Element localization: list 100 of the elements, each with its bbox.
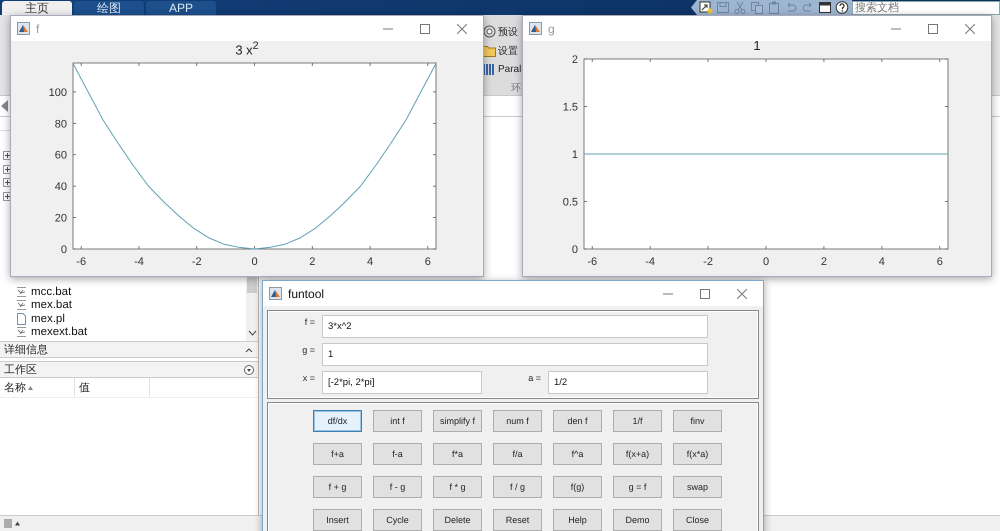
function-button[interactable]: Help [553, 509, 602, 531]
function-button[interactable]: f/a [493, 443, 542, 465]
function-button[interactable]: Demo [613, 509, 662, 531]
input-field[interactable]: 3*x^2 [322, 315, 708, 338]
function-button[interactable]: f(g) [553, 476, 602, 498]
close-icon[interactable] [457, 24, 467, 34]
file-item[interactable]: mexext.bat [31, 326, 88, 338]
input-field[interactable]: 1 [322, 343, 708, 366]
tick-label: 2 [309, 256, 316, 268]
panel-title: 工作区 [4, 363, 37, 377]
chart-title: 1 [753, 39, 761, 53]
dropdown-icon[interactable] [244, 364, 254, 374]
function-button[interactable]: Insert [313, 509, 362, 531]
expand-icon[interactable] [3, 151, 12, 160]
app-icon [529, 22, 542, 35]
function-button[interactable]: g = f [613, 476, 662, 498]
tick-label: 6 [936, 256, 943, 268]
caret-up-icon[interactable] [15, 519, 20, 528]
tick-label: 1 [572, 149, 578, 161]
ribbon-tab[interactable]: APP [146, 1, 216, 15]
input-field[interactable]: [-2*pi, 2*pi] [322, 371, 482, 394]
function-button[interactable]: f-a [373, 443, 422, 465]
function-button[interactable]: df/dx [313, 410, 362, 432]
ribbon-tab[interactable]: 绘图 [74, 1, 144, 15]
function-button[interactable]: 1/f [613, 410, 662, 432]
file-item[interactable]: mcc.bat [31, 286, 72, 298]
file-item[interactable]: mex.bat [31, 299, 72, 312]
function-button[interactable]: Cycle [373, 509, 422, 531]
scroll-thumb[interactable] [247, 277, 257, 293]
copy-icon[interactable] [750, 1, 764, 14]
function-button[interactable]: f^a [553, 443, 602, 465]
tick-label: -2 [192, 256, 202, 268]
ribbon-item[interactable]: 设置 [498, 44, 518, 58]
close-icon[interactable] [965, 24, 975, 34]
expand-icon[interactable] [3, 178, 12, 187]
tick-label: -6 [76, 256, 86, 268]
function-button[interactable]: f * g [433, 476, 482, 498]
script-file-icon [16, 326, 27, 338]
bars-icon[interactable] [4, 519, 13, 528]
function-button[interactable]: simplify f [433, 410, 482, 432]
tick-label: 2 [572, 54, 578, 66]
function-button[interactable]: f(x*a) [673, 443, 722, 465]
ribbon-item[interactable]: 预设 [498, 24, 518, 38]
expand-icon[interactable] [3, 192, 12, 200]
tick-label: -6 [587, 256, 598, 268]
function-button[interactable]: Close [673, 509, 722, 531]
function-button[interactable]: f*a [433, 443, 482, 465]
function-button[interactable]: den f [553, 410, 602, 432]
app-icon[interactable] [699, 1, 713, 14]
function-button[interactable]: int f [373, 410, 422, 432]
function-button[interactable]: swap [673, 476, 722, 498]
window-title: funtool [288, 286, 324, 300]
chart-title: 3 x$^{2}$ [235, 38, 259, 57]
field-label: x = [302, 372, 316, 385]
maximize-icon[interactable] [928, 24, 938, 34]
tick-label: 4 [366, 256, 374, 268]
window-icon[interactable] [818, 1, 832, 14]
help-icon[interactable] [835, 1, 849, 14]
app-icon [269, 287, 282, 300]
panel-title: 详细信息 [4, 343, 48, 357]
function-button[interactable]: f / g [493, 476, 542, 498]
function-button[interactable]: f(x+a) [613, 443, 662, 465]
input-field[interactable]: 1/2 [548, 371, 708, 394]
search-field[interactable]: 搜索文档 [852, 1, 1000, 15]
tick-label: 4 [878, 256, 885, 268]
tick-label: 0 [572, 244, 578, 256]
tick-label: 40 [54, 181, 67, 194]
ribbon-tab[interactable]: 主页 [2, 1, 72, 15]
chevron-down-icon[interactable] [248, 330, 256, 336]
script-file-icon [16, 299, 27, 312]
tick-label: 2 [820, 256, 827, 268]
tick-label: 6 [424, 256, 431, 268]
folder-icon [483, 44, 496, 57]
tick-label: 0 [251, 256, 258, 268]
column-header[interactable]: 值 [75, 378, 150, 397]
tick-label: 60 [54, 150, 67, 162]
tick-label: 100 [48, 86, 67, 99]
function-button[interactable]: Reset [493, 509, 542, 531]
function-button[interactable]: Delete [433, 509, 482, 531]
maximize-icon[interactable] [420, 24, 430, 34]
tick-label: 0 [60, 244, 67, 256]
function-button[interactable]: f+a [313, 443, 362, 465]
function-button[interactable]: f + g [313, 476, 362, 498]
tick-label: 20 [54, 212, 67, 225]
back-arrow-icon[interactable] [1, 100, 9, 112]
tick-label: -4 [134, 256, 144, 268]
function-button[interactable]: f - g [373, 476, 422, 498]
tick-label: -4 [645, 256, 656, 268]
tick-label: 0 [762, 256, 770, 268]
ribbon-item[interactable]: Paral [498, 64, 522, 75]
function-button[interactable]: finv [673, 410, 722, 432]
maximize-icon[interactable] [700, 288, 710, 298]
close-icon[interactable] [737, 288, 747, 298]
tick-label: 0.5 [562, 196, 578, 208]
function-button[interactable]: num f [493, 410, 542, 432]
window-title: f [36, 22, 40, 36]
column-header[interactable]: 名称 [0, 378, 75, 397]
expand-icon[interactable] [3, 164, 12, 174]
file-item[interactable]: mex.pl [31, 312, 65, 325]
field-label: g = [301, 344, 316, 357]
